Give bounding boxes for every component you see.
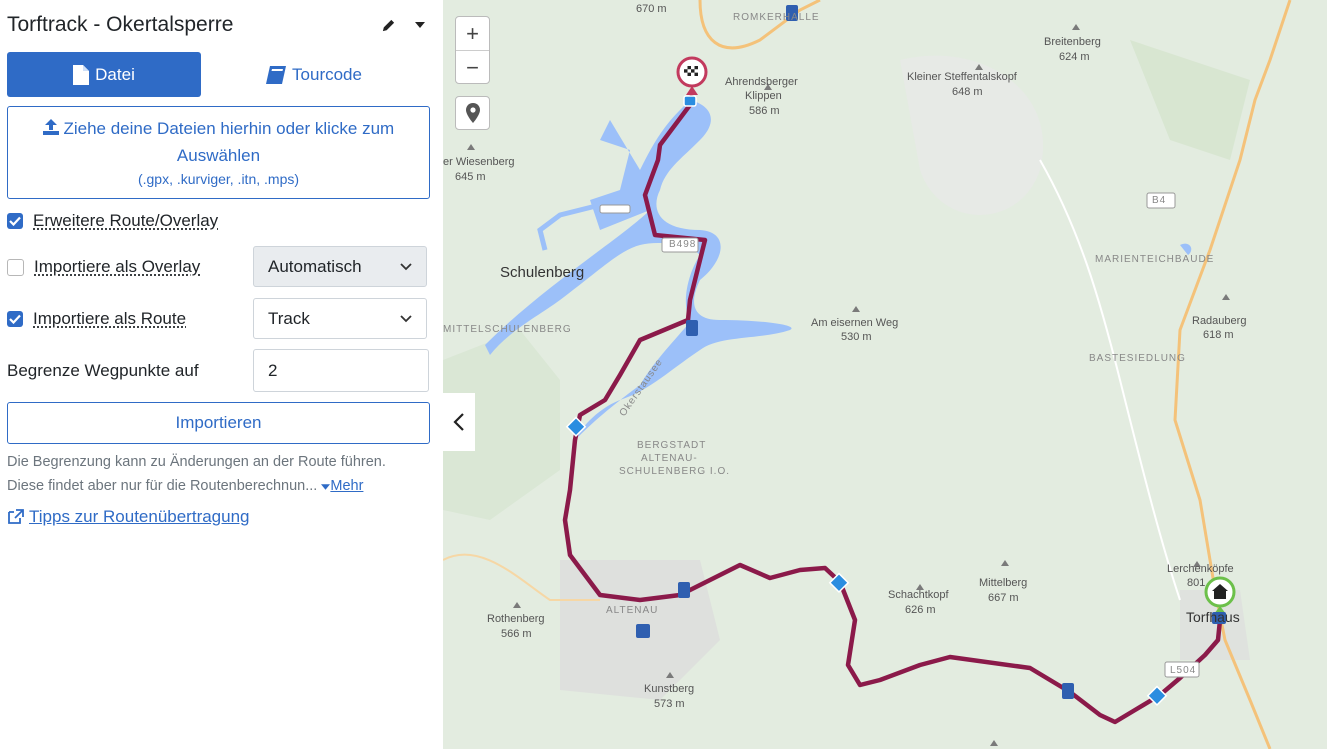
tab-tourcode[interactable]: Tourcode xyxy=(217,52,411,97)
route-select-value: Track xyxy=(268,308,310,328)
tab-datei-label: Datei xyxy=(95,64,135,84)
location-pin-icon xyxy=(465,103,480,123)
route-option[interactable]: Importiere als Route xyxy=(7,309,186,329)
route-title: Torftrack - Okertalsperre xyxy=(7,13,234,36)
more-link[interactable]: Mehr xyxy=(330,478,363,494)
import-panel: Torftrack - Okertalsperre Datei Tourcode… xyxy=(0,0,443,749)
overlay-option[interactable]: Importiere als Overlay xyxy=(7,257,200,277)
map-view[interactable]: 670 m ROMKERHALLE Ahrendsberger Klippen … xyxy=(443,0,1327,749)
map-canvas xyxy=(443,0,1327,749)
extended-route-label: Erweitere Route/Overlay xyxy=(33,211,219,230)
limit-waypoints-value: 2 xyxy=(268,360,278,380)
caret-down-icon[interactable] xyxy=(408,13,432,37)
zoom-out-button[interactable]: − xyxy=(456,51,489,84)
overlay-select[interactable]: Automatisch xyxy=(253,246,427,287)
note-line-2: Diese findet aber nur für die Routenbere… xyxy=(7,478,318,494)
route-label: Importiere als Route xyxy=(33,309,187,328)
route-checkbox[interactable] xyxy=(7,311,23,327)
overlay-select-value: Automatisch xyxy=(268,256,362,276)
limit-waypoints-input[interactable]: 2 xyxy=(253,349,429,392)
upload-icon xyxy=(42,119,59,135)
file-icon xyxy=(73,64,90,85)
overlay-checkbox[interactable] xyxy=(7,258,24,276)
tips-link-label: Tipps zur Routenübertragung xyxy=(29,507,250,526)
edit-pencil-icon[interactable] xyxy=(376,13,400,37)
limit-note: Die Begrenzung kann zu Änderungen an der… xyxy=(7,450,432,498)
extended-route-option[interactable]: Erweitere Route/Overlay xyxy=(7,211,218,231)
tips-link[interactable]: Tipps zur Routenübertragung xyxy=(7,507,250,527)
locate-button[interactable] xyxy=(455,96,490,130)
book-icon xyxy=(266,65,287,84)
chevron-left-icon xyxy=(453,413,464,431)
tab-datei[interactable]: Datei xyxy=(7,52,201,97)
panel-header: Torftrack - Okertalsperre xyxy=(7,10,432,40)
dropzone-text: Ziehe deine Dateien hierhin oder klicke … xyxy=(63,119,395,165)
zoom-control: + − xyxy=(455,16,490,84)
chevron-down-icon xyxy=(400,262,412,270)
dropzone-filetypes: (.gpx, .kurviger, .itn, .mps) xyxy=(137,171,300,187)
chevron-down-icon xyxy=(400,314,412,322)
external-link-icon xyxy=(8,509,24,524)
file-dropzone[interactable]: Ziehe deine Dateien hierhin oder klicke … xyxy=(7,106,430,199)
tab-tourcode-label: Tourcode xyxy=(292,64,362,84)
import-tabs: Datei Tourcode xyxy=(7,52,430,97)
route-select[interactable]: Track xyxy=(253,298,427,339)
overlay-label: Importiere als Overlay xyxy=(34,257,201,276)
collapse-panel-button[interactable] xyxy=(443,393,475,451)
import-button[interactable]: Importieren xyxy=(7,402,430,444)
zoom-in-button[interactable]: + xyxy=(456,17,489,51)
limit-waypoints-label: Begrenze Wegpunkte auf xyxy=(7,361,199,380)
extended-route-checkbox[interactable] xyxy=(7,213,23,229)
note-line-1: Die Begrenzung kann zu Änderungen an der… xyxy=(7,454,386,470)
